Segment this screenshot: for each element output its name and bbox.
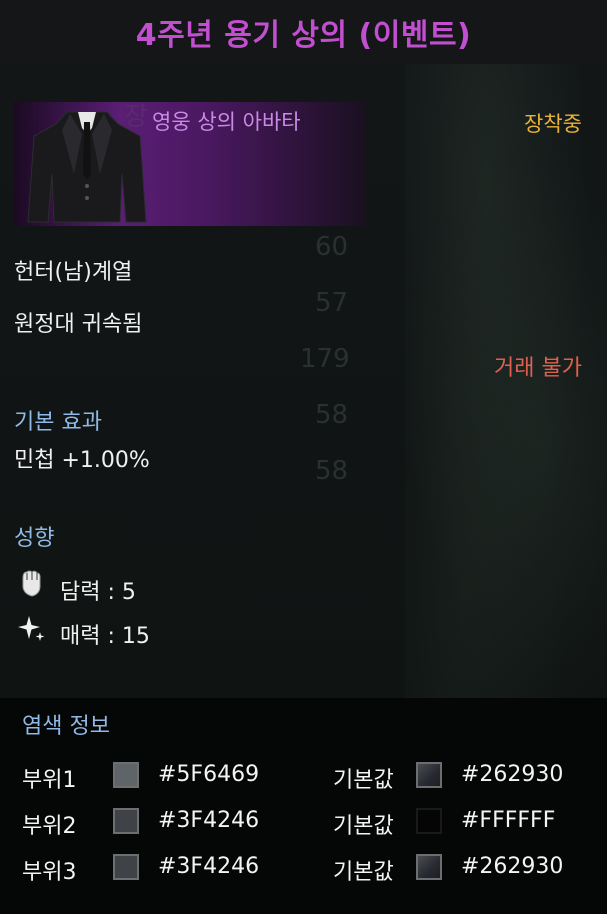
dye-default-swatch: [416, 762, 442, 788]
dye-default-swatch: [416, 854, 442, 880]
background-ghost-text: 장: [124, 102, 148, 132]
dye-part-label: 부위1: [22, 768, 77, 793]
dye-default-value: #FFFFFF: [461, 808, 556, 833]
dye-default-swatch: [416, 808, 442, 834]
item-grade-type: 영웅 상의 아바타: [152, 110, 301, 134]
background-ghost-text: 58: [315, 400, 349, 430]
dye-color-value: #3F4246: [158, 808, 260, 833]
background-ghost-text: 57: [315, 288, 349, 318]
class-restriction: 헌터(남)계열: [14, 260, 133, 285]
dye-info-panel: 염색 정보 부위1 #5F6469 기본값 #262930 부위2 #3F424…: [0, 698, 607, 914]
binding-status: 원정대 귀속됨: [14, 312, 143, 337]
background-ghost-text: 58: [315, 456, 349, 486]
base-effect-header: 기본 효과: [14, 410, 102, 435]
disposition-courage: 담력 : 5: [60, 580, 136, 605]
dye-default-value: #262930: [461, 854, 564, 879]
sparkle-icon: [18, 616, 45, 641]
base-effect-value: 민첩 +1.00%: [14, 448, 150, 473]
dye-color-value: #3F4246: [158, 854, 260, 879]
disposition-header: 성향: [14, 526, 55, 551]
fist-icon: [22, 570, 41, 597]
trade-status: 거래 불가: [494, 356, 582, 381]
dye-default-label: 기본값: [333, 860, 394, 885]
dye-part-label: 부위3: [22, 860, 77, 885]
background-ghost-text: 179: [300, 344, 350, 374]
tooltip-title-bar: 4주년 용기 상의 (이벤트): [0, 0, 607, 64]
dye-color-swatch: [113, 762, 139, 788]
dye-info-header: 염색 정보: [22, 714, 110, 739]
disposition-charm: 매력 : 15: [60, 624, 150, 649]
dye-default-label: 기본값: [333, 768, 394, 793]
dye-part-label: 부위2: [22, 814, 77, 839]
dye-color-swatch: [113, 808, 139, 834]
item-name: 4주년 용기 상의 (이벤트): [135, 18, 472, 53]
dye-color-value: #5F6469: [158, 762, 260, 787]
dye-color-swatch: [113, 854, 139, 880]
item-tooltip-panel: 151 60 57 179 58 58 장 영웅 상의 아바타 장착중 헌터(남…: [0, 64, 607, 698]
dye-default-value: #262930: [461, 762, 564, 787]
background-ghost-text: 60: [315, 232, 349, 262]
equipped-status: 장착중: [524, 112, 582, 136]
dye-default-label: 기본값: [333, 814, 394, 839]
